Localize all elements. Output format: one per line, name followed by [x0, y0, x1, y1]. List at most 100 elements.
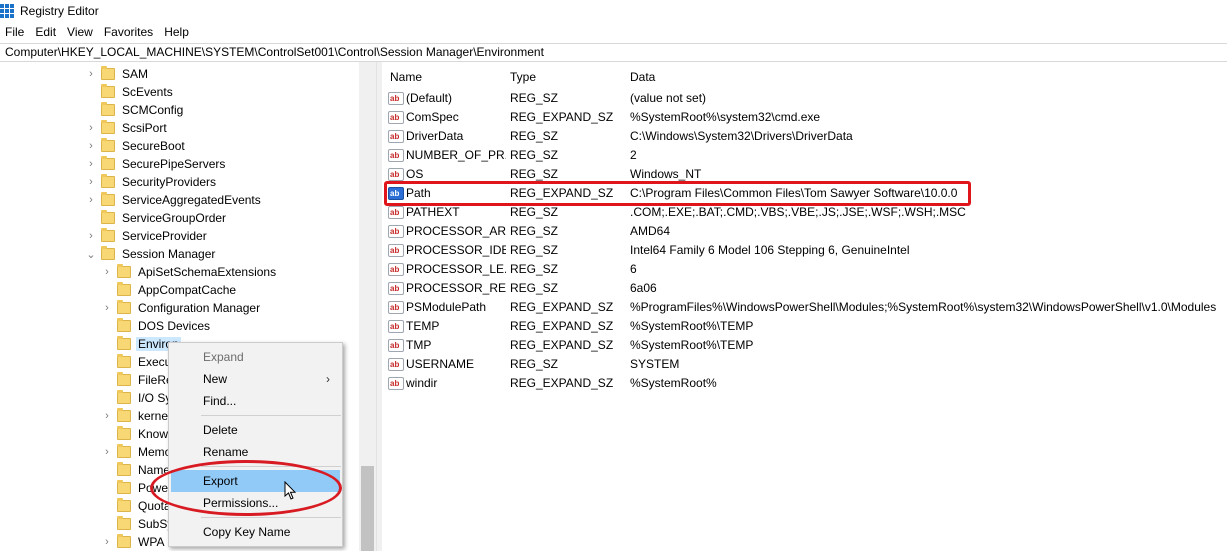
value-row[interactable]: ab (Default) REG_SZ (value not set) [388, 89, 1218, 108]
tree-item-label: ServiceProvider [122, 229, 207, 243]
chevron-right-icon[interactable]: › [86, 227, 96, 245]
tree-item[interactable]: FileRe [102, 371, 175, 389]
value-row[interactable]: ab TMP REG_EXPAND_SZ %SystemRoot%\TEMP [388, 336, 1218, 355]
menu-edit[interactable]: Edit [30, 25, 62, 39]
folder-icon [117, 372, 131, 386]
tree-item[interactable]: I/O Sy [102, 389, 173, 407]
folder-icon [117, 282, 131, 296]
chevron-right-icon[interactable]: › [102, 263, 112, 281]
tree-item[interactable]: › kernel [102, 407, 173, 425]
menu-view[interactable]: View [62, 25, 99, 39]
value-name: PROCESSOR_IDE... [406, 243, 506, 257]
tree-item[interactable]: › Memo [102, 443, 173, 461]
chevron-right-icon[interactable]: › [86, 155, 96, 173]
folder-icon [101, 66, 115, 80]
tree-scrollbar-thumb[interactable] [361, 466, 374, 551]
value-type: REG_SZ [510, 281, 559, 295]
pane-splitter[interactable] [376, 62, 382, 551]
menu-help[interactable]: Help [159, 25, 195, 39]
value-row[interactable]: ab NUMBER_OF_PR... REG_SZ 2 [388, 146, 1218, 165]
tree-item[interactable]: AppCompatCache [102, 281, 238, 299]
menu-item-expand[interactable]: Expand [171, 346, 340, 368]
value-row[interactable]: ab windir REG_EXPAND_SZ %SystemRoot% [388, 374, 1218, 393]
value-row[interactable]: ab ComSpec REG_EXPAND_SZ %SystemRoot%\syste… [388, 108, 1218, 127]
menu-item-delete[interactable]: Delete [171, 419, 340, 441]
tree-item[interactable]: › SAM [86, 65, 150, 83]
tree-item[interactable]: › ScsiPort [86, 119, 169, 137]
tree-item[interactable]: › SecurityProviders [86, 173, 218, 191]
tree-item[interactable]: SubSy [102, 515, 175, 533]
tree-item[interactable]: › WPA [102, 533, 166, 551]
value-data: 2 [630, 148, 637, 162]
value-row[interactable]: ab PSModulePath REG_EXPAND_SZ %ProgramFiles… [388, 298, 1218, 317]
folder-icon [101, 210, 115, 224]
chevron-down-icon[interactable]: ⌄ [86, 245, 96, 263]
string-value-icon: ab [388, 225, 404, 238]
menu-separator [201, 415, 341, 416]
value-data: %SystemRoot%\TEMP [630, 319, 754, 333]
menu-file[interactable]: File [0, 25, 30, 39]
value-name: PROCESSOR_RE... [406, 281, 506, 295]
registry-editor-icon [0, 4, 14, 18]
tree-item[interactable]: Know [102, 425, 170, 443]
tree-item[interactable]: › SecurePipeServers [86, 155, 227, 173]
value-row[interactable]: ab USERNAME REG_SZ SYSTEM [388, 355, 1218, 374]
chevron-right-icon[interactable]: › [86, 173, 96, 191]
tree-item[interactable]: › ApiSetSchemaExtensions [102, 263, 278, 281]
value-row[interactable]: ab DriverData REG_SZ C:\Windows\System32\Dr… [388, 127, 1218, 146]
tree-item[interactable]: SCMConfig [86, 101, 185, 119]
value-row[interactable]: abPROCESSOR_IDE... REG_SZ Intel64 Family 6… [388, 241, 1218, 260]
value-row[interactable]: ab PROCESSOR_LE... REG_SZ 6 [388, 260, 1218, 279]
value-data: %SystemRoot%\TEMP [630, 338, 754, 352]
folder-icon [101, 138, 115, 152]
tree-item[interactable]: ServiceGroupOrder [86, 209, 228, 227]
tree-item[interactable]: › ServiceAggregatedEvents [86, 191, 263, 209]
tree-item-label: ServiceAggregatedEvents [122, 193, 261, 207]
tree-item[interactable]: Execu [102, 353, 173, 371]
chevron-right-icon[interactable]: › [102, 533, 112, 551]
chevron-right-icon[interactable]: › [102, 443, 112, 461]
chevron-right-icon[interactable]: › [86, 119, 96, 137]
menu-item-new[interactable]: New › [171, 368, 340, 390]
tree-item[interactable]: › ServiceProvider [86, 227, 209, 245]
value-name: windir [406, 376, 438, 390]
value-data: %SystemRoot% [630, 376, 717, 390]
string-value-icon: ab [388, 130, 404, 143]
folder-icon [117, 390, 131, 404]
folder-icon [117, 462, 131, 476]
value-name: PROCESSOR_LE... [406, 262, 506, 276]
value-name: TMP [406, 338, 432, 352]
value-type: REG_EXPAND_SZ [510, 338, 614, 352]
chevron-right-icon[interactable]: › [86, 137, 96, 155]
address-bar[interactable]: Computer\HKEY_LOCAL_MACHINE\SYSTEM\Contr… [0, 43, 1227, 62]
column-header-type[interactable]: Type [510, 70, 536, 84]
value-row[interactable]: ab PROCESSOR_RE... REG_SZ 6a06 [388, 279, 1218, 298]
tree-item[interactable]: › Configuration Manager [102, 299, 262, 317]
menu-item-copy-key-name[interactable]: Copy Key Name [171, 521, 340, 543]
chevron-right-icon[interactable]: › [86, 191, 96, 209]
menu-item-find[interactable]: Find... [171, 390, 340, 412]
tree-item[interactable]: ⌄ Session Manager [86, 245, 217, 263]
value-row[interactable]: ab TEMP REG_EXPAND_SZ %SystemRoot%\TEMP [388, 317, 1218, 336]
column-header-data[interactable]: Data [630, 70, 655, 84]
tree-item[interactable]: › SecureBoot [86, 137, 187, 155]
chevron-right-icon[interactable]: › [102, 407, 112, 425]
value-data: SYSTEM [630, 357, 680, 371]
column-header-name[interactable]: Name [390, 70, 422, 84]
value-row[interactable]: ab PROCESSOR_AR... REG_SZ AMD64 [388, 222, 1218, 241]
value-name: PROCESSOR_AR... [406, 224, 506, 238]
tree-item-label: DOS Devices [138, 319, 211, 333]
tree-item[interactable]: ScEvents [86, 83, 175, 101]
menu-favorites[interactable]: Favorites [99, 25, 159, 39]
string-value-icon: ab [388, 377, 404, 390]
chevron-right-icon[interactable]: › [102, 299, 112, 317]
tree-item[interactable]: DOS Devices [102, 317, 212, 335]
menu-separator [201, 517, 341, 518]
chevron-right-icon[interactable]: › [86, 65, 96, 83]
value-type: REG_EXPAND_SZ [510, 300, 614, 314]
